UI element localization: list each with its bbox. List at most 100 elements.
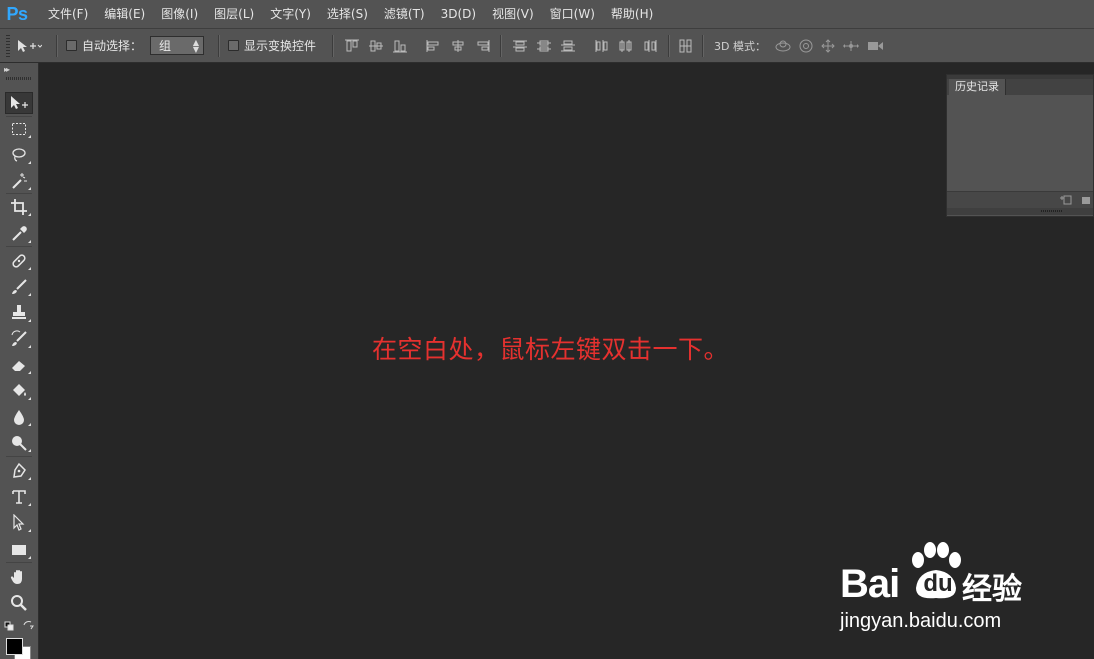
paint-bucket-icon	[13, 384, 26, 396]
magnifier-icon	[11, 595, 27, 611]
align-hcenter-icon[interactable]	[450, 39, 466, 53]
distribute-horizontal-group	[594, 39, 658, 53]
magic-wand-tool[interactable]	[5, 170, 33, 192]
watermark-du-text: du	[923, 570, 953, 597]
toolbox: ▸▸	[0, 63, 39, 659]
history-brush-icon	[11, 330, 27, 346]
options-bar-grip[interactable]	[6, 34, 10, 57]
distribute-bottom-icon[interactable]	[560, 39, 576, 53]
menu-3d[interactable]: 3D(D)	[433, 0, 484, 28]
auto-select-checkbox[interactable]	[66, 40, 77, 51]
menu-edit[interactable]: 编辑(E)	[96, 0, 153, 28]
foreground-color-swatch[interactable]	[6, 638, 23, 655]
menu-view[interactable]: 视图(V)	[484, 0, 542, 28]
toolbox-grip[interactable]	[6, 77, 32, 80]
brush-icon	[12, 279, 27, 294]
history-panel-tabs: 历史记录	[947, 79, 1093, 95]
menu-select[interactable]: 选择(S)	[319, 0, 376, 28]
toolbox-separator	[6, 456, 32, 457]
tool-preset-picker[interactable]	[16, 38, 42, 54]
move-tool-icon	[18, 39, 42, 52]
canvas-annotation: 在空白处，鼠标左键双击一下。	[372, 335, 730, 364]
magic-wand-icon	[12, 173, 27, 189]
type-tool[interactable]	[5, 486, 33, 508]
collapse-toolbox-icon[interactable]: ▸▸	[4, 65, 10, 74]
3d-rotate-icon[interactable]	[774, 39, 792, 53]
auto-align-layers-icon[interactable]	[678, 39, 694, 53]
separator	[56, 34, 58, 57]
align-vcenter-icon[interactable]	[368, 39, 384, 53]
distribute-right-icon[interactable]	[642, 39, 658, 53]
hand-icon	[10, 570, 22, 584]
watermark-url: jingyan.baidu.com	[840, 610, 1002, 632]
brush-tool[interactable]	[5, 276, 33, 298]
separator	[702, 34, 705, 57]
type-icon	[12, 490, 26, 504]
hand-tool[interactable]	[5, 566, 33, 588]
separator	[218, 34, 221, 57]
eraser-tool[interactable]	[5, 354, 33, 376]
show-transform-checkbox[interactable]	[228, 40, 240, 51]
distribute-left-icon[interactable]	[594, 39, 610, 53]
menu-window[interactable]: 窗口(W)	[542, 0, 603, 28]
menu-bar: Ps 文件(F) 编辑(E) 图像(I) 图层(L) 文字(Y) 选择(S) 滤…	[0, 0, 1094, 29]
align-right-icon[interactable]	[474, 39, 490, 53]
menu-type[interactable]: 文字(Y)	[262, 0, 319, 28]
distribute-vcenter-icon[interactable]	[536, 39, 552, 53]
eyedropper-tool[interactable]	[5, 223, 33, 245]
options-bar: 自动选择： 组 ▲ ▼ 显示变换控件 3D 模式：	[0, 29, 1094, 63]
toolbox-separator	[6, 116, 32, 117]
lasso-tool[interactable]	[5, 144, 33, 166]
paint-bucket-tool[interactable]	[5, 380, 33, 402]
3d-mode-icons	[774, 38, 884, 53]
history-panel-footer	[947, 191, 1093, 208]
history-brush-tool[interactable]	[5, 328, 33, 350]
ps-logo: Ps	[6, 3, 28, 24]
default-colors-icon[interactable]	[4, 621, 16, 631]
menu-layer[interactable]: 图层(L)	[206, 0, 262, 28]
align-bottom-icon[interactable]	[392, 39, 408, 53]
history-list[interactable]	[947, 95, 1093, 191]
swap-colors-icon[interactable]	[22, 620, 34, 632]
marquee-tool[interactable]	[5, 118, 33, 140]
dodge-tool[interactable]	[5, 432, 33, 454]
3d-drag-icon[interactable]	[820, 38, 836, 53]
distribute-hcenter-icon[interactable]	[618, 39, 634, 53]
separator	[500, 34, 503, 57]
shape-tool[interactable]	[5, 539, 33, 561]
distribute-vertical-group	[512, 39, 576, 53]
crop-tool[interactable]	[5, 196, 33, 218]
menu-help[interactable]: 帮助(H)	[603, 0, 661, 28]
tab-history[interactable]: 历史记录	[949, 79, 1006, 95]
drop-icon	[14, 410, 24, 425]
auto-select-label: 自动选择：	[82, 39, 143, 53]
toolbox-separator	[6, 246, 32, 247]
history-panel-resize-grip[interactable]	[947, 208, 1093, 215]
auto-select-target-value: 组	[159, 39, 172, 53]
show-transform-label: 显示变换控件	[244, 39, 317, 53]
3d-scale-camera-icon[interactable]	[866, 39, 884, 53]
menu-image[interactable]: 图像(I)	[153, 0, 206, 28]
path-selection-tool[interactable]	[5, 512, 33, 534]
3d-roll-icon[interactable]	[798, 39, 814, 53]
zoom-tool[interactable]	[5, 592, 33, 614]
auto-select-target-dropdown[interactable]: 组 ▲ ▼	[150, 36, 205, 55]
menu-file[interactable]: 文件(F)	[40, 0, 96, 28]
new-document-from-state-icon[interactable]	[1059, 194, 1073, 206]
align-left-icon[interactable]	[426, 39, 442, 53]
healing-brush-tool[interactable]	[5, 250, 33, 272]
eraser-icon	[12, 361, 25, 371]
separator	[332, 34, 335, 57]
distribute-top-icon[interactable]	[512, 39, 528, 53]
new-snapshot-icon[interactable]	[1081, 194, 1091, 206]
menu-filter[interactable]: 滤镜(T)	[376, 0, 433, 28]
align-top-icon[interactable]	[344, 39, 360, 53]
move-icon	[11, 96, 28, 109]
stamp-icon	[12, 305, 26, 319]
move-tool[interactable]	[5, 92, 33, 114]
clone-stamp-tool[interactable]	[5, 302, 33, 324]
3d-slide-icon[interactable]	[842, 39, 860, 53]
pen-tool[interactable]	[5, 460, 33, 482]
watermark-jingyan-text: 经验	[962, 572, 1022, 607]
blur-tool[interactable]	[5, 406, 33, 428]
